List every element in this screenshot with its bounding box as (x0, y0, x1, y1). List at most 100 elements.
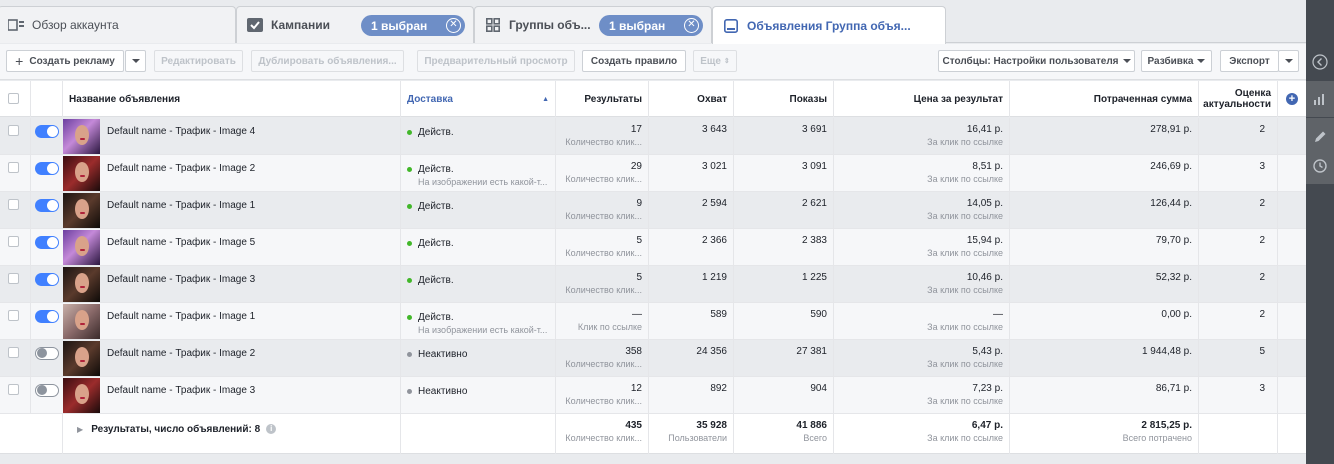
reach-value: 2 594 (701, 198, 727, 209)
header-relevance[interactable]: Оценка актуальности (1199, 81, 1278, 117)
ad-status-toggle[interactable] (35, 347, 59, 360)
impressions-cell: 904 (734, 377, 834, 414)
results-value: 9 (636, 198, 642, 209)
delivery-note[interactable]: На изображении есть какой-т... (407, 176, 549, 188)
selection-pill: 1 выбран ✕ (599, 15, 703, 36)
reach-value: 1 219 (701, 272, 727, 283)
header-select-cell (0, 81, 31, 117)
ad-status-toggle[interactable] (35, 125, 59, 138)
impressions-value: 2 383 (801, 235, 827, 246)
columns-label: Столбцы: Настройки пользователя (942, 55, 1119, 67)
select-all-checkbox[interactable] (8, 93, 19, 104)
ad-name-link[interactable]: Default name - Трафик - Image 3 (107, 385, 255, 396)
header-spent-label: Потраченная сумма (1093, 93, 1192, 105)
row-checkbox[interactable] (8, 310, 19, 321)
row-checkbox[interactable] (8, 236, 19, 247)
table-row[interactable]: Default name - Трафик - Image 2 Неактивно… (0, 340, 1306, 377)
row-checkbox[interactable] (8, 125, 19, 136)
table-row[interactable]: Default name - Трафик - Image 3 Действ. 5 К… (0, 266, 1306, 303)
ad-name-link[interactable]: Default name - Трафик - Image 1 (107, 200, 255, 211)
totals-label-cell[interactable]: ▶ Результаты, число объявлений: 8 i (63, 414, 401, 454)
totals-spacer (0, 414, 63, 454)
close-icon[interactable]: ✕ (684, 18, 699, 33)
table-row[interactable]: Default name - Трафик - Image 1 Действ. 9 К… (0, 192, 1306, 229)
ad-name-link[interactable]: Default name - Трафик - Image 1 (107, 311, 255, 322)
row-checkbox[interactable] (8, 384, 19, 395)
cost-value: 15,94 р. (966, 235, 1003, 246)
ad-status-toggle[interactable] (35, 273, 59, 286)
row-checkbox[interactable] (8, 347, 19, 358)
ad-name-link[interactable]: Default name - Трафик - Image 4 (107, 126, 255, 137)
relevance-value: 2 (1259, 272, 1265, 283)
select-cell (0, 340, 31, 377)
table-row[interactable]: Default name - Трафик - Image 5 Действ. 5 К… (0, 229, 1306, 266)
add-column-icon[interactable]: + (1286, 93, 1298, 105)
table-row[interactable]: Default name - Трафик - Image 3 Неактивно… (0, 377, 1306, 414)
tab-adsets[interactable]: Группы объ... 1 выбран ✕ (474, 6, 712, 43)
header-name[interactable]: Название объявления (63, 81, 401, 117)
tab-campaigns[interactable]: Кампании 1 выбран ✕ (236, 6, 474, 43)
preview-button[interactable]: Предварительный просмотр (417, 50, 575, 72)
ad-name-link[interactable]: Default name - Трафик - Image 2 (107, 163, 255, 174)
create-ad-button[interactable]: + Создать рекламу (6, 50, 124, 72)
totals-label: Результаты, число объявлений: 8 (91, 424, 261, 435)
header-results[interactable]: Результаты (556, 81, 649, 117)
ad-status-toggle[interactable] (35, 310, 59, 323)
close-icon[interactable]: ✕ (446, 18, 461, 33)
tab-ads[interactable]: Объявления Группа объя... (712, 6, 946, 44)
tab-label: Обзор аккаунта (32, 18, 119, 32)
row-checkbox[interactable] (8, 199, 19, 210)
ad-status-toggle[interactable] (35, 384, 59, 397)
header-spent[interactable]: Потраченная сумма (1010, 81, 1199, 117)
table-row[interactable]: Default name - Трафик - Image 4 Действ. 17… (0, 118, 1306, 155)
cost-sub: За клик по ссылке (927, 137, 1003, 147)
ad-status-toggle[interactable] (35, 236, 59, 249)
chevron-left-icon (1312, 54, 1328, 70)
history-button[interactable] (1306, 148, 1334, 184)
totals-row: ▶ Результаты, число объявлений: 8 i 435 … (0, 414, 1306, 454)
ad-name-link[interactable]: Default name - Трафик - Image 2 (107, 348, 255, 359)
row-checkbox[interactable] (8, 162, 19, 173)
tab-account-overview[interactable]: Обзор аккаунта (0, 6, 236, 43)
table-row[interactable]: Default name - Трафик - Image 2 Действ. На… (0, 155, 1306, 192)
spent-value: 0,00 р. (1161, 309, 1192, 320)
header-delivery[interactable]: Доставка ▲ (401, 81, 556, 117)
breakdown-dropdown[interactable]: Разбивка (1141, 50, 1212, 72)
delivery-note[interactable]: На изображении есть какой-т... (407, 324, 549, 336)
impressions-value: 27 381 (796, 346, 827, 357)
more-button[interactable]: Еще ⇕ (693, 50, 737, 72)
results-value: 5 (636, 235, 642, 246)
cost-sub: За клик по ссылке (927, 322, 1003, 332)
collapse-panel-button[interactable] (1306, 44, 1334, 80)
columns-dropdown[interactable]: Столбцы: Настройки пользователя (938, 50, 1135, 72)
select-cell (0, 303, 31, 340)
ad-status-toggle[interactable] (35, 162, 59, 175)
export-button[interactable]: Экспорт (1220, 50, 1279, 72)
create-rule-button[interactable]: Создать правило (582, 50, 686, 72)
table-row[interactable]: Default name - Трафик - Image 1 Действ. На… (0, 303, 1306, 340)
spent-value: 278,91 р. (1150, 124, 1192, 135)
header-add-column[interactable]: + (1278, 81, 1306, 117)
delivery-status: Действ. (418, 275, 454, 286)
charts-button[interactable] (1306, 81, 1334, 117)
delivery-cell: Действ. (401, 229, 556, 266)
cost-sub: За клик по ссылке (927, 174, 1003, 184)
results-sub: Количество клик... (565, 396, 642, 406)
header-cost[interactable]: Цена за результат (834, 81, 1010, 117)
header-reach[interactable]: Охват (649, 81, 734, 117)
row-checkbox[interactable] (8, 273, 19, 284)
create-ad-dropdown[interactable] (125, 50, 146, 72)
duplicate-button[interactable]: Дублировать объявления... (251, 50, 404, 72)
ad-name-link[interactable]: Default name - Трафик - Image 5 (107, 237, 255, 248)
select-cell (0, 229, 31, 266)
info-icon[interactable]: i (266, 424, 277, 435)
edit-button[interactable]: Редактировать (154, 50, 243, 72)
header-impressions[interactable]: Показы (734, 81, 834, 117)
impressions-value: 3 691 (801, 124, 827, 135)
ad-status-toggle[interactable] (35, 199, 59, 212)
export-dropdown[interactable] (1278, 50, 1299, 72)
ad-name-link[interactable]: Default name - Трафик - Image 3 (107, 274, 255, 285)
reach-cell: 1 219 (649, 266, 734, 303)
spent-value: 86,71 р. (1155, 383, 1192, 394)
impressions-value: 590 (810, 309, 827, 320)
